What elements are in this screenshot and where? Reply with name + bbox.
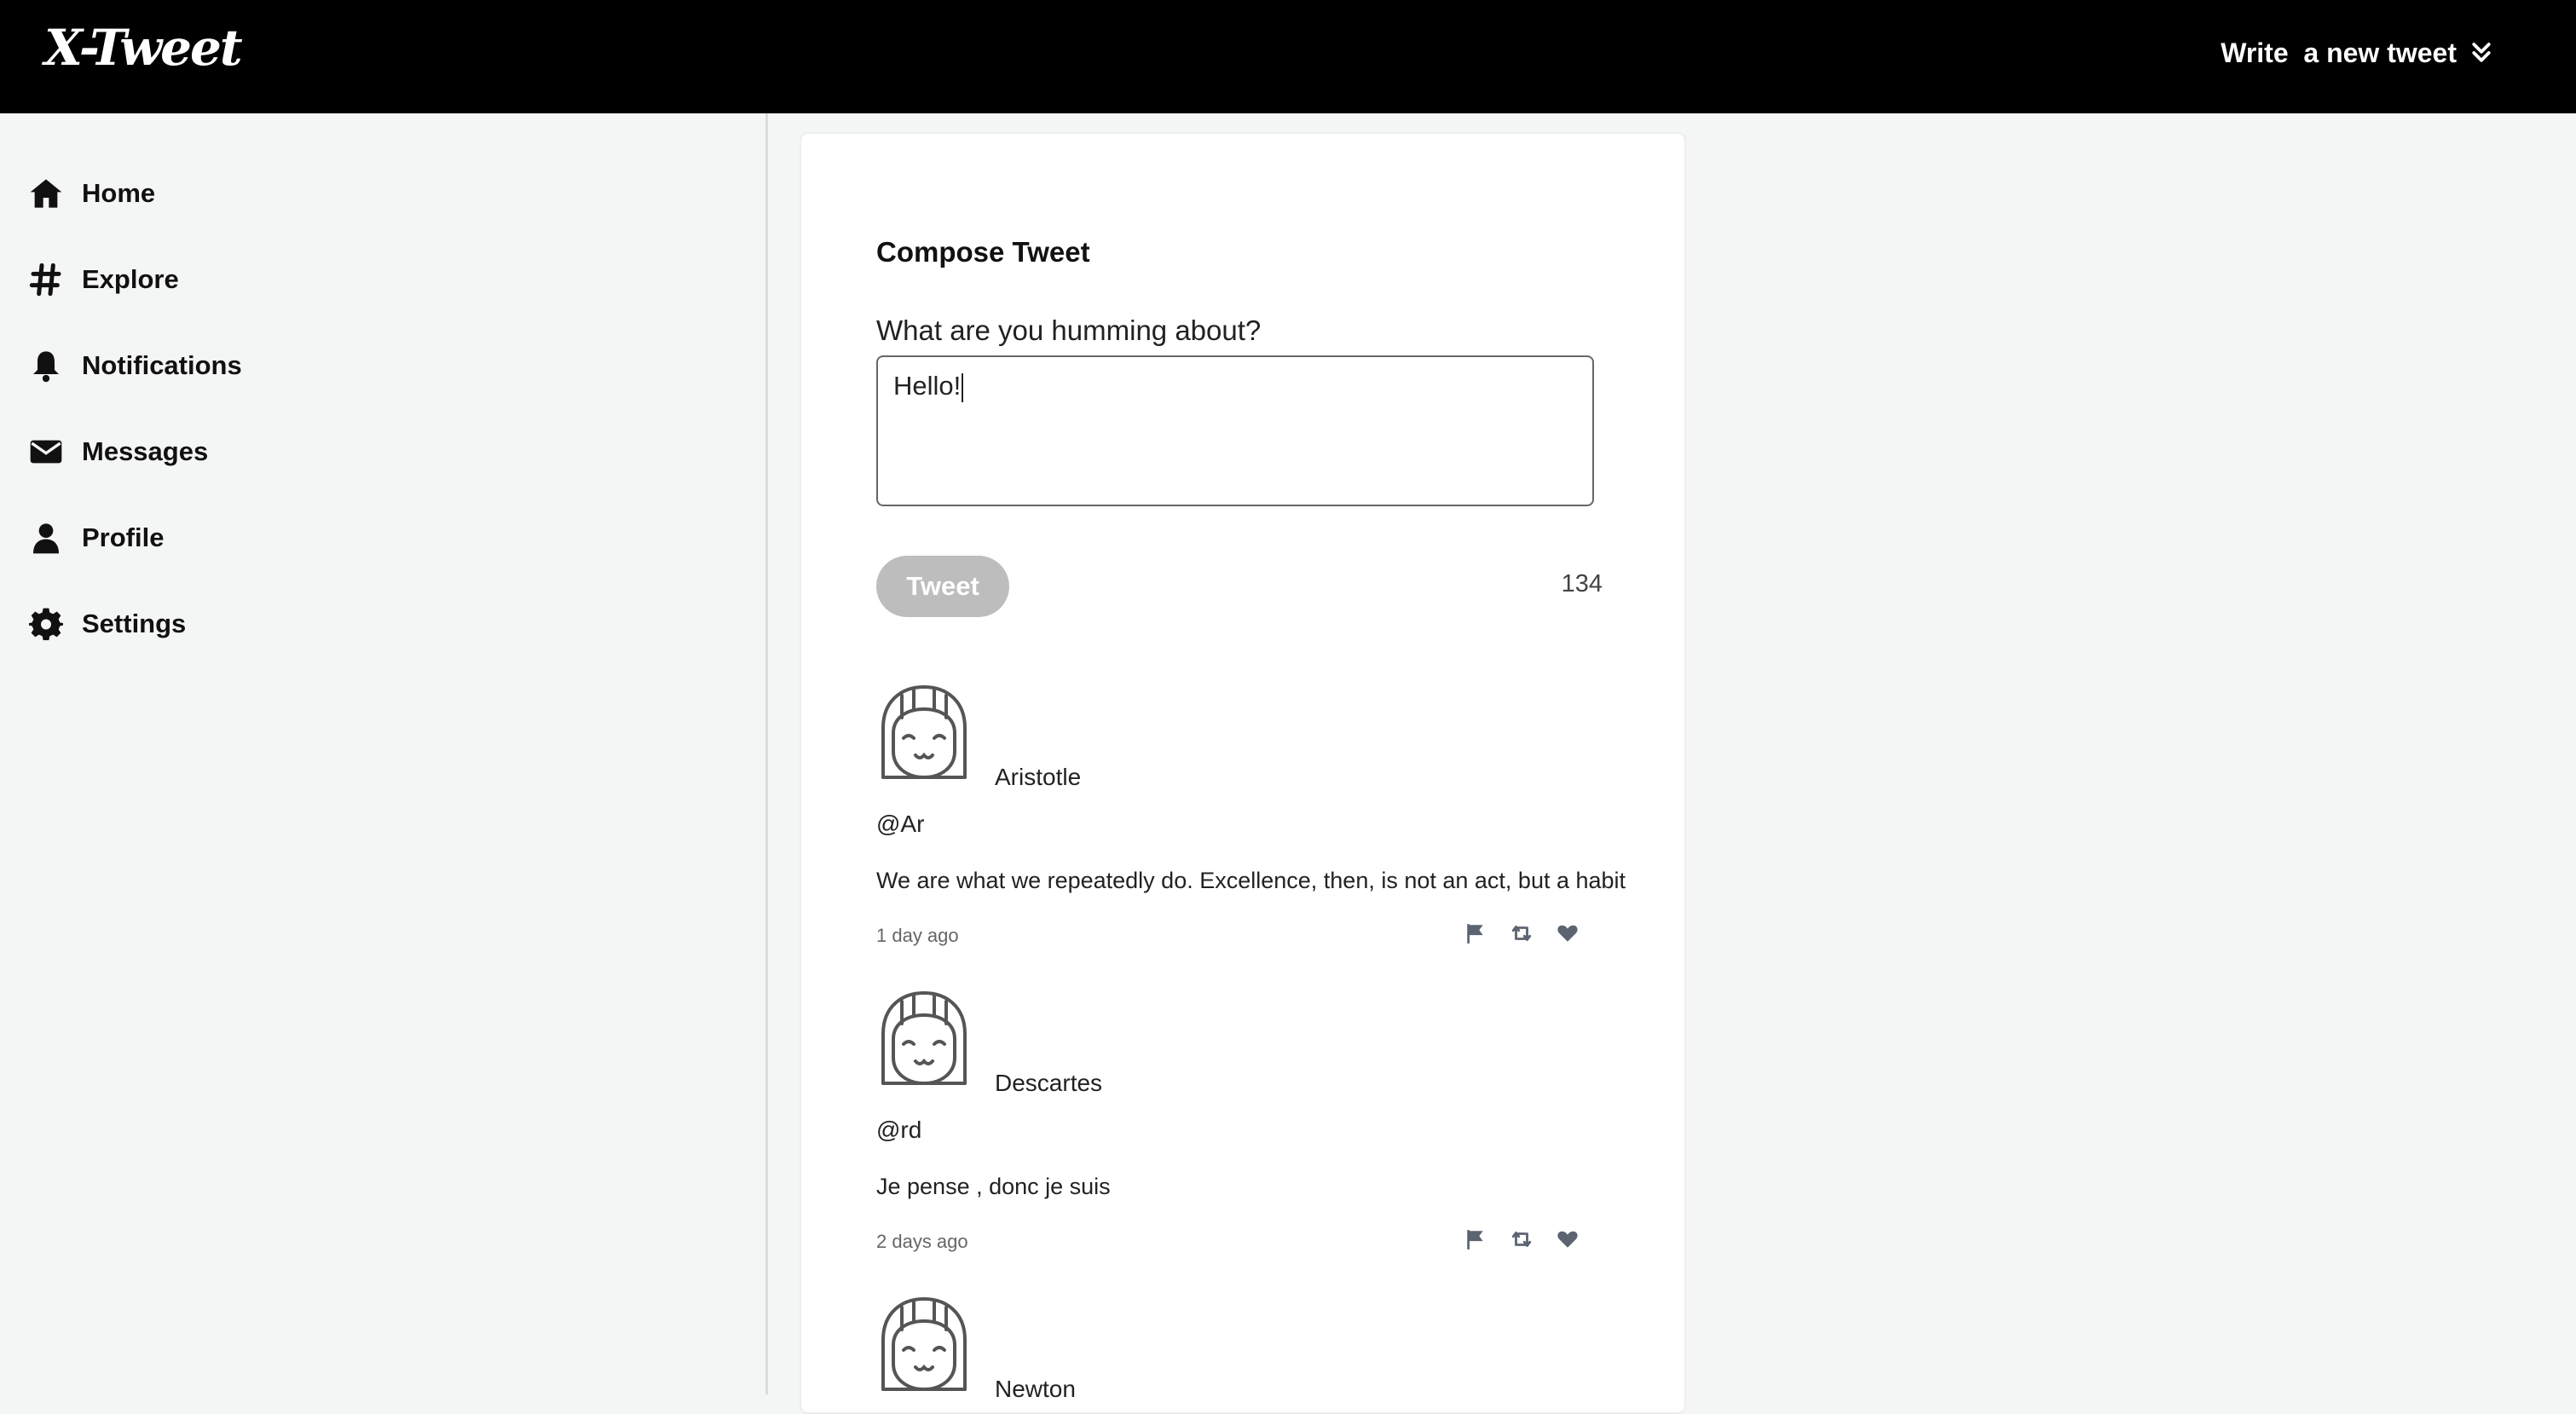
tweet-actions <box>1464 1228 1579 1250</box>
compose-prompt-label: What are you humming about? <box>876 315 1262 346</box>
gear-icon <box>29 608 63 641</box>
retweet-icon[interactable] <box>1510 1228 1533 1250</box>
compose-card: Compose Tweet What are you humming about… <box>800 132 1686 1414</box>
heart-icon[interactable] <box>1557 1228 1579 1250</box>
sidebar-item-label: Profile <box>82 522 165 552</box>
hashtag-icon <box>29 263 61 297</box>
tweet-author-name[interactable]: Descartes <box>995 1070 1102 1097</box>
sidebar-item-home[interactable]: Home <box>29 168 155 219</box>
sidebar-item-explore[interactable]: Explore <box>29 254 179 305</box>
bell-icon <box>33 351 59 383</box>
sidebar-item-profile[interactable]: Profile <box>29 512 164 563</box>
sidebar-item-label: Notifications <box>82 350 242 380</box>
home-icon <box>30 179 62 208</box>
sidebar-item-label: Home <box>82 178 156 208</box>
tweet-timestamp: 1 day ago <box>876 925 959 946</box>
sidebar-item-notifications[interactable]: Notifications <box>29 340 242 391</box>
tweet-author-name[interactable]: Aristotle <box>995 764 1081 791</box>
tweet-author-handle[interactable]: @Ar <box>876 811 924 838</box>
user-icon <box>33 523 59 554</box>
double-chevron-down-icon <box>2472 43 2491 62</box>
sidebar-item-label: Explore <box>82 264 179 294</box>
sidebar-item-settings[interactable]: Settings <box>29 598 186 649</box>
sidebar-item-messages[interactable]: Messages <box>29 426 208 477</box>
write-new-tweet-label: Write a new tweet <box>2221 37 2457 68</box>
tweet-text: Je pense , donc je suis <box>876 1174 1111 1199</box>
top-bar: X-Tweet Write a new tweet <box>0 0 2576 113</box>
heart-icon[interactable] <box>1557 922 1579 944</box>
tweet-textarea-value: Hello! <box>893 371 962 401</box>
avatar[interactable] <box>876 990 972 1092</box>
tweet-timestamp: 2 days ago <box>876 1231 968 1252</box>
envelope-icon <box>30 440 62 464</box>
tweet-button[interactable]: Tweet <box>876 556 1009 617</box>
avatar[interactable] <box>876 684 972 786</box>
sidebar-item-label: Settings <box>82 609 187 638</box>
text-caret <box>962 372 964 402</box>
write-new-tweet-button[interactable]: Write a new tweet <box>2221 31 2494 75</box>
sidebar-item-label: Messages <box>82 436 209 466</box>
compose-title: Compose Tweet <box>876 236 1090 268</box>
tweet-text: We are what we repeatedly do. Excellence… <box>876 868 1626 893</box>
tweet-author-name[interactable]: Newton <box>995 1376 1076 1403</box>
tweet-actions <box>1464 922 1579 944</box>
avatar[interactable] <box>876 1296 972 1398</box>
flag-icon[interactable] <box>1464 922 1487 944</box>
tweet-textarea[interactable]: Hello! <box>876 355 1594 506</box>
retweet-icon[interactable] <box>1510 922 1533 944</box>
flag-icon[interactable] <box>1464 1228 1487 1250</box>
character-counter: 134 <box>1561 570 1603 597</box>
app-logo[interactable]: X-Tweet <box>44 19 243 77</box>
tweet-author-handle[interactable]: @rd <box>876 1117 921 1144</box>
sidebar: Home Explore Notifications Messages Prof… <box>0 113 768 1394</box>
